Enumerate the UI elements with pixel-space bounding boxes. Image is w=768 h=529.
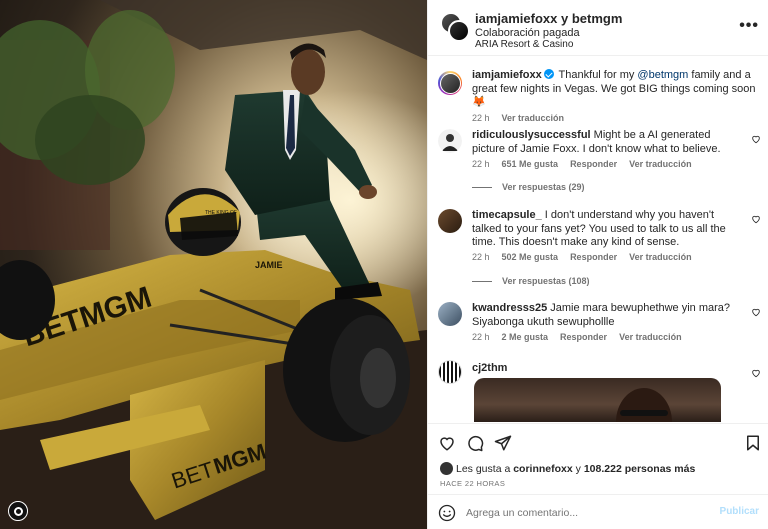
- comment-translate-link[interactable]: Ver traducción: [619, 332, 682, 342]
- comment-text: kwandresss25 Jamie mara bewuphethwe yin …: [472, 302, 731, 328]
- comment-translate-link[interactable]: Ver traducción: [629, 252, 692, 262]
- view-replies-button[interactable]: Ver respuestas (108): [472, 276, 590, 286]
- comment-username[interactable]: timecapsule_: [472, 209, 542, 221]
- comment-like-heart-icon[interactable]: [751, 214, 761, 224]
- caption-meta: 22 h Ver traducción: [472, 113, 576, 123]
- avatar-betmgm[interactable]: [448, 20, 470, 42]
- comment-avatar[interactable]: [438, 129, 462, 153]
- view-replies-button[interactable]: Ver respuestas (29): [472, 182, 585, 192]
- emoji-smiley-icon[interactable]: [438, 504, 456, 522]
- post-owner-names[interactable]: iamjamiefoxx y betmgm: [475, 11, 622, 26]
- comment-likes-count[interactable]: 502 Me gusta: [502, 252, 559, 262]
- comment-time[interactable]: 22 h: [472, 252, 490, 262]
- comment-bubble-icon[interactable]: [466, 434, 484, 452]
- save-bookmark-icon[interactable]: [744, 434, 762, 452]
- comment-text: cj2thm: [472, 362, 741, 376]
- likes-summary[interactable]: Les gusta a corinnefoxx y 108.222 person…: [440, 462, 695, 475]
- comment-reply-button[interactable]: Responder: [570, 159, 617, 169]
- share-send-icon[interactable]: [494, 434, 512, 452]
- comment-username[interactable]: ridiculouslysuccessful: [472, 129, 591, 141]
- caption-avatar[interactable]: [438, 71, 462, 95]
- post-sidebar: iamjamiefoxx y betmgm Colaboración pagad…: [427, 0, 768, 529]
- comment-avatar[interactable]: [438, 302, 462, 326]
- post-header: iamjamiefoxx y betmgm Colaboración pagad…: [428, 0, 768, 56]
- comment-meta: 22 h 651 Me gusta Responder Ver traducción: [472, 159, 704, 169]
- comment-attached-image[interactable]: [474, 378, 721, 422]
- caption-username[interactable]: iamjamiefoxx: [472, 69, 542, 81]
- comment-text: ridiculouslysuccessful Might be a AI gen…: [472, 129, 721, 155]
- add-comment-bar: Publicar: [428, 494, 768, 529]
- caption-time[interactable]: 22 h: [472, 113, 490, 123]
- comment-like-heart-icon[interactable]: [751, 307, 761, 317]
- liker-username[interactable]: corinnefoxx: [513, 463, 573, 475]
- post-location[interactable]: ARIA Resort & Casino: [475, 39, 573, 50]
- comment-text: timecapsule_ I don't understand why you …: [472, 209, 726, 248]
- publish-button[interactable]: Publicar: [720, 506, 759, 517]
- more-options-icon[interactable]: •••: [739, 18, 759, 34]
- comment-username[interactable]: cj2thm: [472, 362, 507, 374]
- likes-count[interactable]: 108.222 personas más: [584, 463, 696, 475]
- mention-link[interactable]: @betmgm: [637, 69, 688, 81]
- verified-badge-icon: [543, 69, 554, 79]
- comment-reply-button[interactable]: Responder: [570, 252, 617, 262]
- post-image-illustration: BETMGM JAMIE BET MGM THE KING OF: [0, 0, 427, 529]
- comment-username[interactable]: kwandresss25: [472, 302, 547, 314]
- comment-time[interactable]: 22 h: [472, 159, 490, 169]
- paid-partnership-label[interactable]: Colaboración pagada: [475, 27, 580, 39]
- post-actions: Les gusta a corinnefoxx y 108.222 person…: [428, 423, 768, 529]
- collab-avatars[interactable]: [440, 12, 470, 42]
- caption-text: iamjamiefoxx Thankful for my @betmgm fam…: [472, 69, 756, 108]
- post-timestamp[interactable]: HACE 22 HORAS: [440, 479, 505, 488]
- tagged-user-icon[interactable]: [8, 501, 28, 521]
- like-heart-icon[interactable]: [438, 434, 456, 452]
- comment-meta: 22 h 502 Me gusta Responder Ver traducción: [472, 252, 704, 262]
- post-image[interactable]: BETMGM JAMIE BET MGM THE KING OF: [0, 0, 427, 529]
- comment-reply-button[interactable]: Responder: [560, 332, 607, 342]
- comments-feed[interactable]: iamjamiefoxx Thankful for my @betmgm fam…: [428, 57, 768, 422]
- comment-likes-count[interactable]: 651 Me gusta: [502, 159, 559, 169]
- comment-time[interactable]: 22 h: [472, 332, 490, 342]
- comment-input[interactable]: [466, 505, 706, 521]
- caption-translate-link[interactable]: Ver traducción: [502, 113, 565, 123]
- comment-likes-count[interactable]: 2 Me gusta: [502, 332, 549, 342]
- comment-avatar[interactable]: [438, 209, 462, 233]
- comment-meta: 22 h 2 Me gusta Responder Ver traducción: [472, 332, 694, 342]
- comment-like-heart-icon[interactable]: [751, 368, 761, 378]
- car-name-label: JAMIE: [255, 260, 283, 270]
- comment-avatar[interactable]: [438, 360, 462, 384]
- helmet-text: THE KING OF: [205, 210, 237, 216]
- liker-avatar[interactable]: [440, 462, 453, 475]
- comment-like-heart-icon[interactable]: [751, 134, 761, 144]
- comment-translate-link[interactable]: Ver traducción: [629, 159, 692, 169]
